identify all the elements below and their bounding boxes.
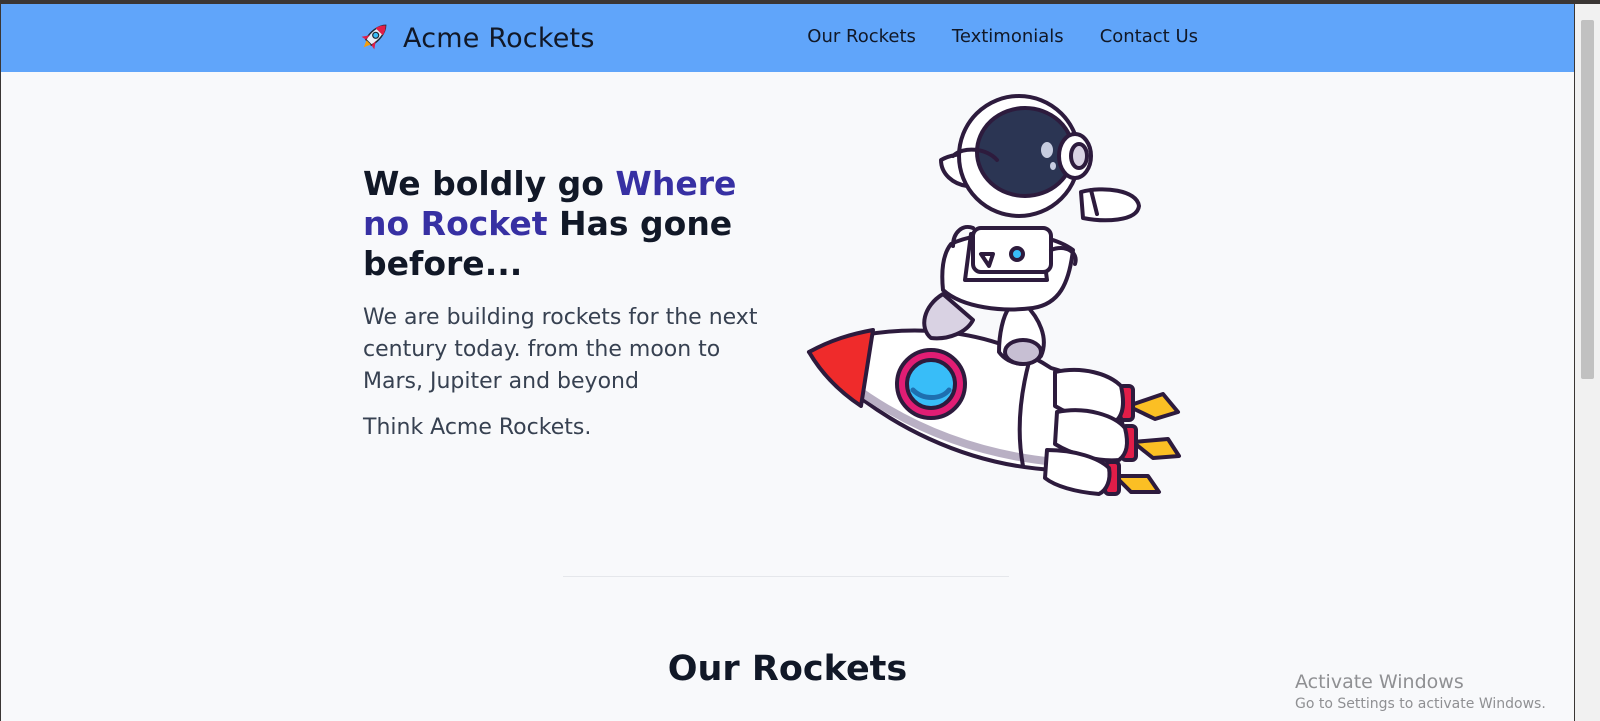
navbar: Acme Rockets Our Rockets Textimonials Co…	[1, 4, 1574, 72]
section-divider	[563, 576, 1009, 577]
hero-section: We boldly go Where no Rocket Has gone be…	[363, 164, 783, 444]
nav-link-contact-us[interactable]: Contact Us	[1100, 26, 1198, 47]
webpage: Acme Rockets Our Rockets Textimonials Co…	[1, 4, 1574, 721]
nav-link-testimonials[interactable]: Textimonials	[952, 26, 1064, 47]
nav-links: Our Rockets Textimonials Contact Us	[807, 26, 1198, 47]
activate-windows-subtitle: Go to Settings to activate Windows.	[1295, 696, 1546, 712]
nav-link-our-rockets[interactable]: Our Rockets	[807, 26, 916, 47]
activate-windows-title: Activate Windows	[1295, 671, 1464, 693]
brand-title: Acme Rockets	[403, 22, 595, 54]
hero-title: We boldly go Where no Rocket Has gone be…	[363, 164, 783, 284]
activate-windows-watermark: Activate Windows Go to Settings to activ…	[1295, 670, 1546, 714]
astronaut-on-rocket-illustration	[803, 94, 1213, 504]
hero-title-part1: We boldly go	[363, 164, 616, 203]
hero-tagline: Think Acme Rockets.	[363, 415, 592, 440]
brand[interactable]: Acme Rockets	[357, 18, 595, 58]
hero-description: We are building rockets for the next cen…	[363, 305, 758, 394]
rocket-icon	[357, 18, 393, 58]
scrollbar-thumb[interactable]	[1581, 20, 1594, 379]
